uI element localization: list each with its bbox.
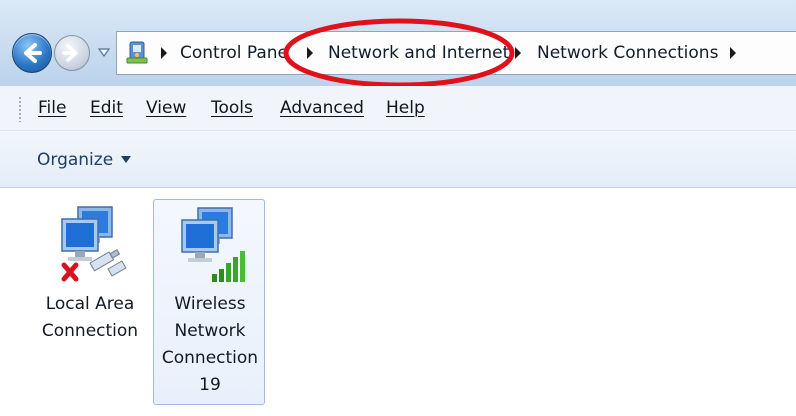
menu-edit[interactable]: Edit — [90, 96, 123, 120]
back-arrow-icon — [24, 43, 42, 63]
command-bar — [0, 131, 796, 188]
organize-button[interactable]: Organize — [37, 148, 113, 172]
menu-view[interactable]: View — [146, 96, 186, 120]
breadcrumb-control-panel[interactable]: Control Pane — [180, 41, 288, 65]
breadcrumb-network-connections[interactable]: Network Connections — [537, 41, 718, 65]
recent-pages-dropdown-icon[interactable] — [98, 46, 110, 58]
connection-label: Local Area Connection — [41, 294, 139, 341]
toolbar-grip[interactable] — [18, 96, 22, 122]
control-panel-icon — [126, 41, 148, 64]
menu-tools[interactable]: Tools — [211, 96, 253, 120]
breadcrumb-separator-icon[interactable] — [160, 46, 168, 60]
wired-network-disconnected-icon — [61, 206, 127, 282]
connection-item-wireless[interactable]: Wireless Network Connection 19 — [153, 199, 265, 405]
highlight-ellipse — [283, 18, 515, 88]
connection-label: Wireless Network Connection 19 — [161, 294, 259, 395]
menu-advanced[interactable]: Advanced — [280, 96, 364, 120]
menu-file[interactable]: File — [38, 96, 66, 120]
menu-help[interactable]: Help — [386, 96, 425, 120]
chevron-down-icon[interactable] — [121, 156, 131, 164]
wireless-network-signal-icon — [181, 207, 245, 282]
breadcrumb-separator-icon[interactable] — [729, 46, 737, 60]
back-button[interactable] — [12, 33, 52, 73]
forward-arrow-icon — [62, 44, 78, 62]
forward-button[interactable] — [54, 35, 90, 71]
